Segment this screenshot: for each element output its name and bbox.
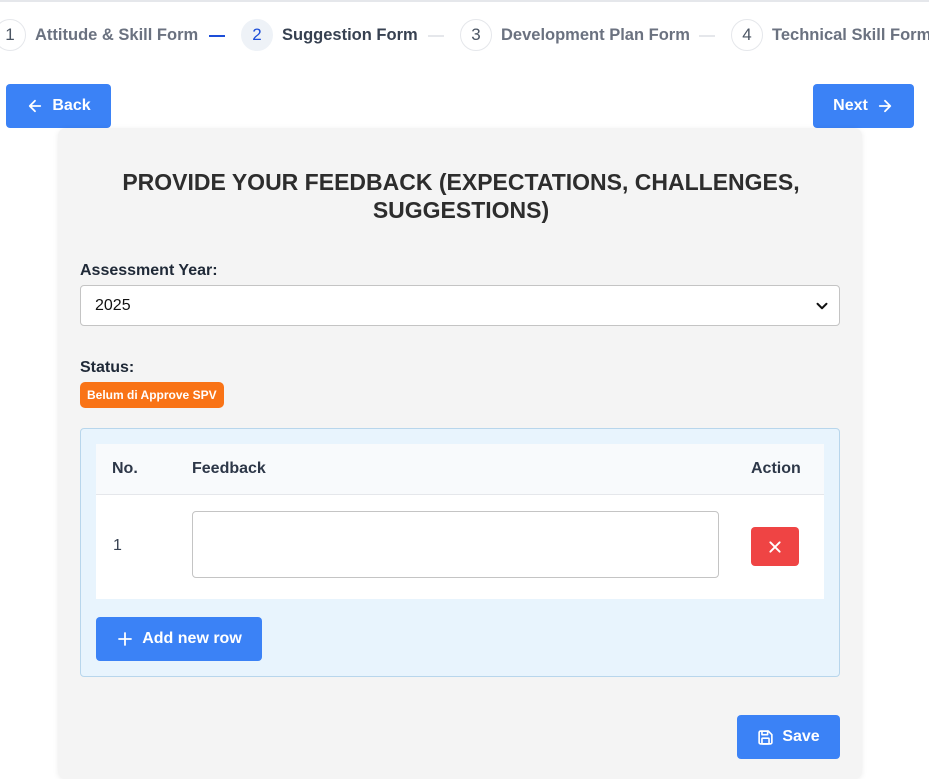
step-attitude-skill[interactable]: 1 Attitude & Skill Form — [0, 19, 198, 51]
step-number: 3 — [460, 19, 492, 51]
step-development-plan[interactable]: 3 Development Plan Form — [460, 19, 690, 51]
step-label: Technical Skill Form — [772, 25, 929, 44]
arrow-left-icon — [29, 99, 42, 113]
column-header-feedback: Feedback — [192, 460, 266, 477]
step-number: 1 — [0, 19, 26, 51]
step-number: 4 — [731, 19, 763, 51]
page-title: PROVIDE YOUR FEEDBACK (EXPECTATIONS, CHA… — [122, 169, 800, 223]
status-badge: Belum di Approve SPV — [80, 382, 224, 408]
step-separator — [428, 35, 444, 37]
chevron-down-icon — [816, 302, 828, 310]
delete-row-button[interactable] — [751, 527, 799, 566]
step-number: 2 — [241, 19, 273, 51]
top-divider — [0, 0, 929, 2]
step-technical-skill[interactable]: 4 Technical Skill Form — [731, 19, 929, 51]
plus-icon — [118, 632, 133, 646]
row-number: 1 — [113, 537, 122, 554]
step-separator — [209, 35, 225, 37]
step-label: Attitude & Skill Form — [35, 25, 199, 44]
next-button[interactable]: Next — [813, 84, 914, 128]
back-button[interactable]: Back — [6, 84, 111, 128]
next-label: Next — [833, 97, 868, 114]
column-header-no: No. — [112, 460, 138, 477]
step-suggestion[interactable]: 2 Suggestion Form — [241, 19, 418, 51]
feedback-input[interactable] — [192, 511, 719, 578]
add-row-button[interactable]: Add new row — [96, 617, 262, 661]
assessment-year-value: 2025 — [95, 296, 131, 314]
save-label: Save — [782, 728, 820, 745]
back-label: Back — [52, 97, 91, 114]
step-separator — [699, 35, 715, 37]
step-label: Development Plan Form — [501, 25, 690, 44]
add-row-label: Add new row — [142, 630, 242, 647]
save-icon — [758, 729, 774, 745]
save-button[interactable]: Save — [737, 715, 840, 759]
arrow-right-icon — [878, 99, 891, 113]
column-header-action: Action — [751, 460, 801, 477]
assessment-year-label: Assessment Year: — [80, 262, 218, 279]
status-label: Status: — [80, 359, 135, 376]
close-icon — [769, 540, 781, 553]
assessment-year-select[interactable]: 2025 — [80, 285, 840, 326]
step-label: Suggestion Form — [282, 25, 418, 44]
